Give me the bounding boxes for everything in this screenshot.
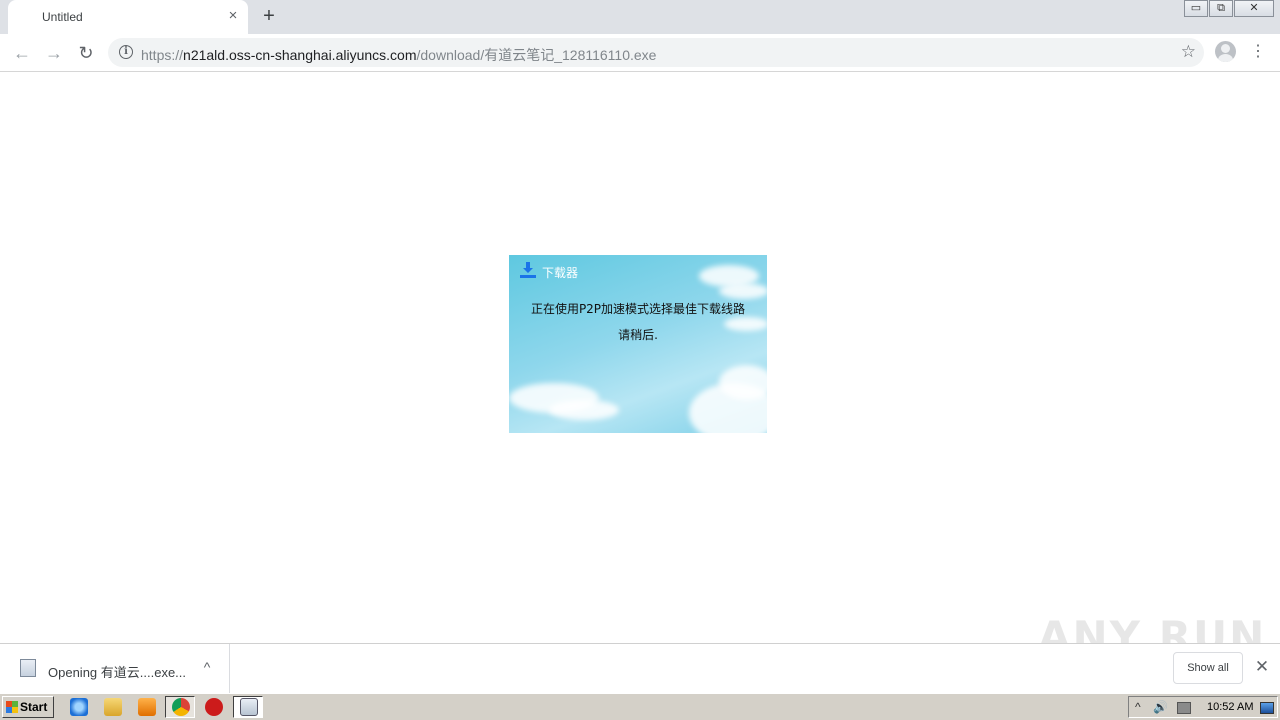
download-icon bbox=[520, 262, 536, 278]
show-desktop-icon[interactable] bbox=[1260, 702, 1274, 714]
start-button[interactable]: Start bbox=[2, 696, 54, 718]
cloud-decoration bbox=[549, 400, 619, 420]
download-item[interactable]: Opening 有道云....exe... ^ bbox=[0, 644, 230, 694]
folder-icon[interactable] bbox=[104, 698, 122, 716]
chrome-taskbar-button[interactable] bbox=[165, 696, 195, 718]
show-all-button[interactable]: Show all bbox=[1173, 652, 1243, 684]
clock[interactable]: 10:52 AM bbox=[1207, 701, 1253, 713]
dialog-message: 正在使用P2P加速模式选择最佳下载线路 bbox=[530, 302, 746, 316]
download-item-label: Opening 有道云....exe... bbox=[48, 665, 187, 680]
reload-button[interactable]: ↻ bbox=[74, 41, 98, 65]
tab-strip: Untitled × + ▭ ⧉ ✕ bbox=[0, 0, 1280, 34]
start-label: Start bbox=[20, 700, 48, 714]
back-button[interactable]: ← bbox=[10, 41, 34, 65]
browser-menu-icon[interactable]: ⋮ bbox=[1250, 42, 1266, 62]
minimize-button[interactable]: ▭ bbox=[1184, 0, 1208, 17]
installer-taskbar-button[interactable] bbox=[233, 696, 263, 718]
download-shelf: Opening 有道云....exe... ^ Show all ✕ bbox=[0, 643, 1280, 694]
windows-logo-icon bbox=[6, 701, 18, 713]
downloader-dialog: 下载器 正在使用P2P加速模式选择最佳下载线路 请稍后. bbox=[509, 255, 767, 433]
taskbar: Start ^ 🔊 10:52 AM bbox=[0, 693, 1280, 720]
window-close-button[interactable]: ✕ bbox=[1234, 0, 1274, 17]
chevron-up-icon[interactable]: ^ bbox=[199, 659, 215, 675]
installer-icon bbox=[240, 698, 258, 716]
media-player-icon[interactable] bbox=[138, 698, 156, 716]
tab-title: Untitled bbox=[42, 10, 83, 24]
url-scheme: https:// bbox=[141, 47, 184, 63]
chrome-icon bbox=[172, 698, 190, 716]
restore-button[interactable]: ⧉ bbox=[1209, 0, 1233, 17]
opera-icon[interactable] bbox=[205, 698, 223, 716]
network-icon[interactable] bbox=[1177, 702, 1191, 714]
internet-explorer-icon[interactable] bbox=[70, 698, 88, 716]
tab-close-icon[interactable]: × bbox=[224, 7, 242, 25]
tray-expand-icon[interactable]: ^ bbox=[1135, 700, 1141, 714]
address-bar[interactable]: i https://n21ald.oss-cn-shanghai.aliyunc… bbox=[108, 38, 1204, 67]
volume-icon[interactable]: 🔊 bbox=[1153, 700, 1168, 714]
site-info-icon[interactable]: i bbox=[119, 45, 133, 59]
tab-untitled[interactable]: Untitled × bbox=[8, 0, 248, 34]
url-text[interactable]: https://n21ald.oss-cn-shanghai.aliyuncs.… bbox=[141, 45, 656, 65]
profile-avatar-icon[interactable] bbox=[1215, 41, 1236, 62]
new-tab-button[interactable]: + bbox=[258, 6, 280, 28]
bookmark-star-icon[interactable]: ☆ bbox=[1181, 42, 1196, 62]
system-tray: ^ 🔊 10:52 AM bbox=[1128, 696, 1278, 718]
file-icon bbox=[20, 659, 36, 677]
dialog-title: 下载器 bbox=[542, 266, 579, 280]
cloud-decoration bbox=[719, 283, 767, 299]
browser-toolbar: ← → ↻ i https://n21ald.oss-cn-shanghai.a… bbox=[0, 34, 1280, 72]
url-host: n21ald.oss-cn-shanghai.aliyuncs.com bbox=[183, 47, 417, 63]
cloud-decoration bbox=[719, 365, 767, 400]
forward-button[interactable]: → bbox=[42, 41, 66, 65]
dialog-wait-message: 请稍后. bbox=[618, 328, 658, 342]
shelf-close-icon[interactable]: ✕ bbox=[1253, 657, 1271, 677]
url-path: /download/有道云笔记_128116110.exe bbox=[416, 47, 657, 63]
